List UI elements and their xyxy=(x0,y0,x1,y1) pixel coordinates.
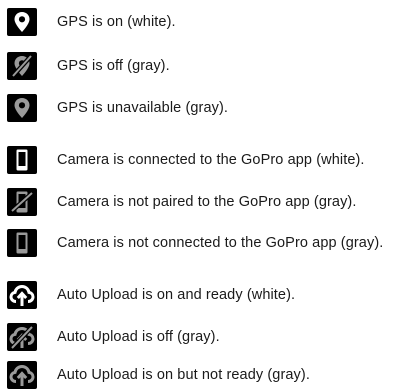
cloud-upload-icon xyxy=(7,281,37,309)
phone-icon xyxy=(7,229,37,257)
gps-unavailable-row: GPS is unavailable (gray). xyxy=(0,94,410,122)
app-connected-label: Camera is connected to the GoPro app (wh… xyxy=(57,152,365,168)
phone-slash-icon xyxy=(7,188,37,216)
app-not-connected-row: Camera is not connected to the GoPro app… xyxy=(0,229,410,257)
gps-off-icon xyxy=(7,52,37,80)
app-connected-row: Camera is connected to the GoPro app (wh… xyxy=(0,146,410,174)
upload-not-ready-row: Auto Upload is on but not ready (gray). xyxy=(0,361,410,389)
gps-pin-icon xyxy=(7,8,37,36)
gps-off-label: GPS is off (gray). xyxy=(57,58,170,74)
cloud-upload-off-icon xyxy=(7,323,37,351)
gps-unavailable-label: GPS is unavailable (gray). xyxy=(57,100,229,116)
app-not-paired-row: Camera is not paired to the GoPro app (g… xyxy=(0,188,410,216)
cloud-upload-icon xyxy=(7,361,37,389)
gps-off-row: GPS is off (gray). xyxy=(0,52,410,80)
gps-pin-icon xyxy=(7,94,37,122)
upload-off-label: Auto Upload is off (gray). xyxy=(57,329,220,345)
app-not-paired-label: Camera is not paired to the GoPro app (g… xyxy=(57,194,357,210)
gps-on-label: GPS is on (white). xyxy=(57,14,176,30)
upload-not-ready-label: Auto Upload is on but not ready (gray). xyxy=(57,367,310,383)
app-not-connected-label: Camera is not connected to the GoPro app… xyxy=(57,235,384,251)
upload-off-row: Auto Upload is off (gray). xyxy=(0,323,410,351)
upload-on-label: Auto Upload is on and ready (white). xyxy=(57,287,296,303)
phone-icon xyxy=(7,146,37,174)
upload-on-row: Auto Upload is on and ready (white). xyxy=(0,281,410,309)
gps-on-row: GPS is on (white). xyxy=(0,8,410,36)
